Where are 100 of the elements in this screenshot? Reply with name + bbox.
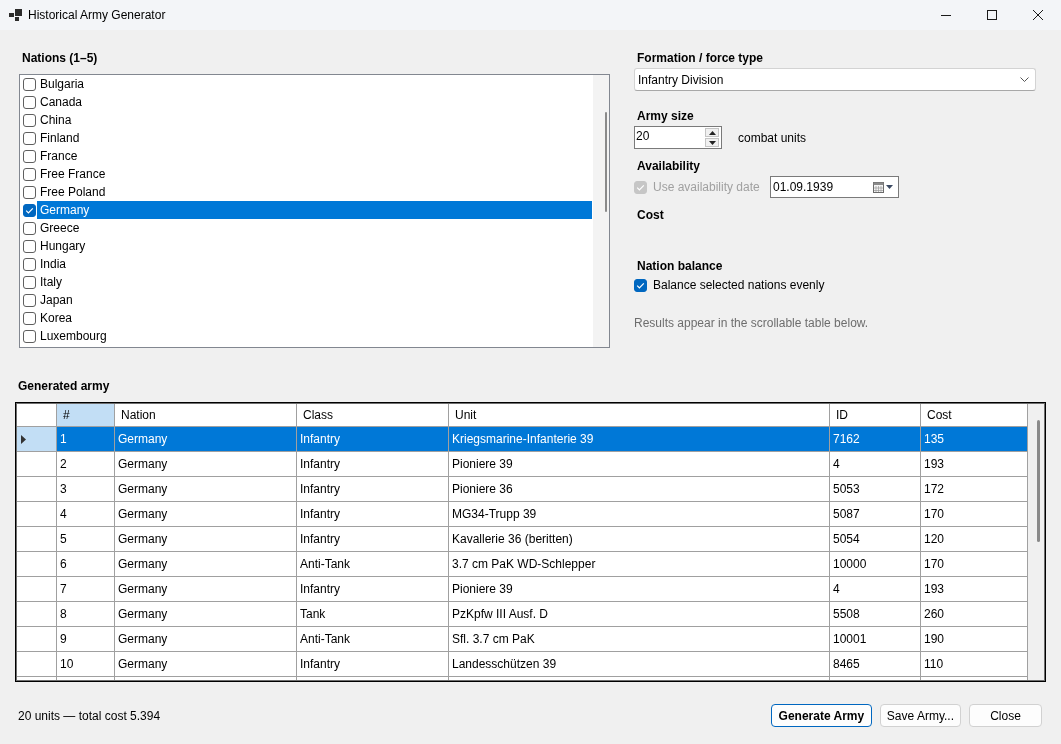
table-cell: Kavallerie 36 (beritten) [449,527,830,552]
field-label: Cost [636,207,664,224]
section-label: Nations (1–5) [21,50,99,67]
table-cell: Pioniere 39 [449,452,830,477]
row-header[interactable] [17,602,57,627]
list-item[interactable]: Italy [37,273,592,291]
table-cell: 4 [830,452,921,477]
checkbox[interactable] [23,185,36,199]
table-cell: Germany [115,502,297,527]
field-label: Army size [636,108,694,125]
list-item[interactable]: Greece [37,219,592,237]
checkbox-label[interactable]: Balance selected nations evenly [653,278,825,292]
scrollbar-thumb[interactable] [605,112,607,212]
generate-button[interactable]: Generate Army [770,704,872,727]
table-row[interactable]: 4 Germany Infantry MG34-Trupp 39 5087 170 [57,502,1028,527]
table-row[interactable]: 3 Germany Infantry Pioniere 36 5053 172 [57,477,1028,502]
table-row[interactable]: 10 Germany Infantry Landesschützen 39 8465 110 [57,652,1028,677]
list-item[interactable]: Free France [37,165,592,183]
date-field[interactable]: 01.09.1939 [770,176,899,198]
checkbox[interactable] [23,77,36,91]
table-cell: 5 [57,527,115,552]
row-header[interactable] [17,427,57,452]
table-cell: 4 [57,502,115,527]
checkbox[interactable] [23,167,36,181]
checkbox[interactable] [23,131,36,145]
scrollbar[interactable] [1028,404,1044,680]
list-item[interactable]: Germany [37,201,592,219]
list-item[interactable]: India [37,255,592,273]
table-cell: 10 [57,652,115,677]
table-cell: Kriegsmarine-Infanterie 39 [449,427,830,452]
table-cell: Tank [297,602,449,627]
decrement-button[interactable] [705,138,719,147]
column-header[interactable]: # [57,404,115,427]
list-item[interactable]: Korea [37,309,592,327]
table-cell: Infantry [297,577,449,602]
column-header[interactable]: Nation [115,404,297,427]
window-title: Historical Army Generator [28,8,167,22]
table-row[interactable]: 6 Germany Anti-Tank 3.7 cm PaK WD-Schlepper 10000 170 [57,552,1028,577]
list-item[interactable]: Japan [37,291,592,309]
table-row[interactable]: 9 Germany Anti-Tank Sfl. 3.7 cm PaK 10001 190 [57,627,1028,652]
row-header[interactable] [17,652,57,677]
column-header[interactable]: ID [830,404,921,427]
row-header[interactable] [17,552,57,577]
table-cell: Germany [115,627,297,652]
row-header[interactable] [17,502,57,527]
table-cell: Infantry [297,427,449,452]
checkbox[interactable] [634,278,647,292]
down-triangle-icon [708,140,716,145]
checkbox[interactable] [23,257,36,271]
table-cell: Germany [115,602,297,627]
checkbox[interactable] [23,293,36,307]
checkbox[interactable] [23,221,36,235]
close-button[interactable]: Close [969,704,1042,727]
table-cell: Germany [115,577,297,602]
list-item[interactable]: Hungary [37,237,592,255]
table-cell: 4 [830,577,921,602]
table-cell: 8 [57,602,115,627]
row-header[interactable] [17,477,57,502]
checkbox[interactable] [23,149,36,163]
table-cell: MG34-Trupp 39 [449,502,830,527]
list-item[interactable]: Canada [37,93,592,111]
increment-button[interactable] [705,128,719,137]
table-cell: Infantry [297,477,449,502]
table-row[interactable]: 2 Germany Infantry Pioniere 39 4 193 [57,452,1028,477]
list-item[interactable]: China [37,111,592,129]
section-label: Generated army [17,378,111,395]
save-button[interactable]: Save Army... [879,704,961,727]
column-header[interactable]: Cost [921,404,1028,427]
list-item[interactable]: Free Poland [37,183,592,201]
checkbox[interactable] [23,275,36,289]
checkbox[interactable] [23,95,36,109]
corner-header[interactable] [17,404,57,427]
table-row[interactable]: 7 Germany Infantry Pioniere 39 4 193 [57,577,1028,602]
row-header[interactable] [17,527,57,552]
table-row[interactable]: 8 Germany Tank PzKpfw III Ausf. D 5508 260 [57,602,1028,627]
checkbox[interactable] [23,311,36,325]
checkbox[interactable] [23,239,36,253]
table-cell: Germany [115,552,297,577]
list-item[interactable]: France [37,147,592,165]
table-row[interactable]: 1 Germany Infantry Kriegsmarine-Infanterie 39 7162 135 [57,427,1028,452]
table-cell: Infantry [297,527,449,552]
column-header[interactable]: Class [297,404,449,427]
checkbox[interactable] [23,203,36,217]
list-item[interactable]: Finland [37,129,592,147]
table-cell: Landesschützen 39 [449,652,830,677]
row-header[interactable] [17,577,57,602]
column-header[interactable]: Unit [449,404,830,427]
table-cell: Germany [115,427,297,452]
scrollbar[interactable] [593,75,609,347]
table-row[interactable]: 5 Germany Infantry Kavallerie 36 (beritten) 5054 120 [57,527,1028,552]
row-header[interactable] [17,627,57,652]
checkbox[interactable] [23,329,36,343]
scrollbar-thumb[interactable] [1037,420,1040,542]
dropdown[interactable]: Infantry Division [634,68,1036,91]
table-cell: Infantry [297,502,449,527]
checkbox[interactable] [23,113,36,127]
list-item[interactable]: Bulgaria [37,75,592,93]
row-header[interactable] [17,452,57,477]
table-cell: 3 [57,477,115,502]
list-item[interactable]: Luxembourg [37,327,592,345]
